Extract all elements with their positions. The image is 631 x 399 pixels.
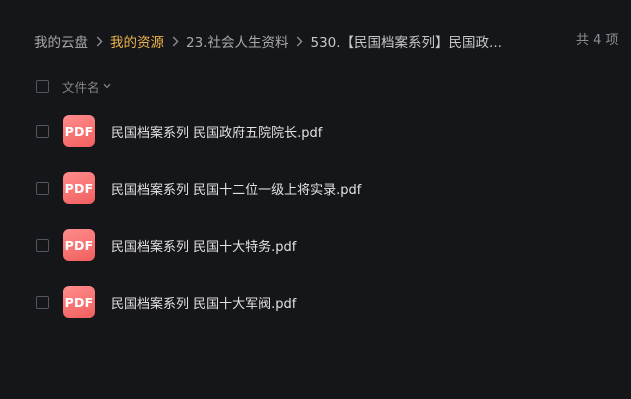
list-header: 文件名 [36,76,111,96]
file-row[interactable]: PDF 民国档案系列 民国十二位一级上将实录.pdf [36,171,361,205]
sort-by-name-button[interactable]: 文件名 [62,77,111,96]
file-name[interactable]: 民国档案系列 民国十大军阀.pdf [111,293,296,312]
pdf-file-icon: PDF [63,115,95,147]
file-row[interactable]: PDF 民国档案系列 民国十大特务.pdf [36,228,296,262]
breadcrumb: 我的云盘 我的资源 23.社会人生资料 530.【民国档案系列】民国政... [34,30,631,52]
file-checkbox[interactable] [36,181,49,195]
file-checkbox[interactable] [36,295,49,309]
file-row[interactable]: PDF 民国档案系列 民国十大军阀.pdf [36,285,296,319]
file-name[interactable]: 民国档案系列 民国十大特务.pdf [111,236,296,255]
name-column-label: 文件名 [62,79,100,95]
item-count: 共 4 项 [576,33,619,48]
file-name[interactable]: 民国档案系列 民国政府五院院长.pdf [111,122,322,141]
pdf-file-icon: PDF [63,229,95,261]
breadcrumb-my-cloud[interactable]: 我的云盘 [34,31,88,51]
file-name[interactable]: 民国档案系列 民国十二位一级上将实录.pdf [111,179,361,198]
pdf-file-icon: PDF [63,286,95,318]
breadcrumb-folder-23[interactable]: 23.社会人生资料 [186,31,288,51]
file-checkbox[interactable] [36,124,49,138]
chevron-right-icon [288,36,310,47]
file-row[interactable]: PDF 民国档案系列 民国政府五院院长.pdf [36,114,322,148]
pdf-file-icon: PDF [63,172,95,204]
chevron-down-icon [103,83,110,89]
breadcrumb-folder-530: 530.【民国档案系列】民国政... [310,35,502,51]
chevron-right-icon [88,36,110,47]
file-browser: 我的云盘 我的资源 23.社会人生资料 530.【民国档案系列】民国政... 共… [0,0,631,399]
select-all-checkbox[interactable] [36,79,49,93]
file-checkbox[interactable] [36,238,49,252]
chevron-right-icon [164,36,186,47]
breadcrumb-my-resources[interactable]: 我的资源 [110,31,164,51]
